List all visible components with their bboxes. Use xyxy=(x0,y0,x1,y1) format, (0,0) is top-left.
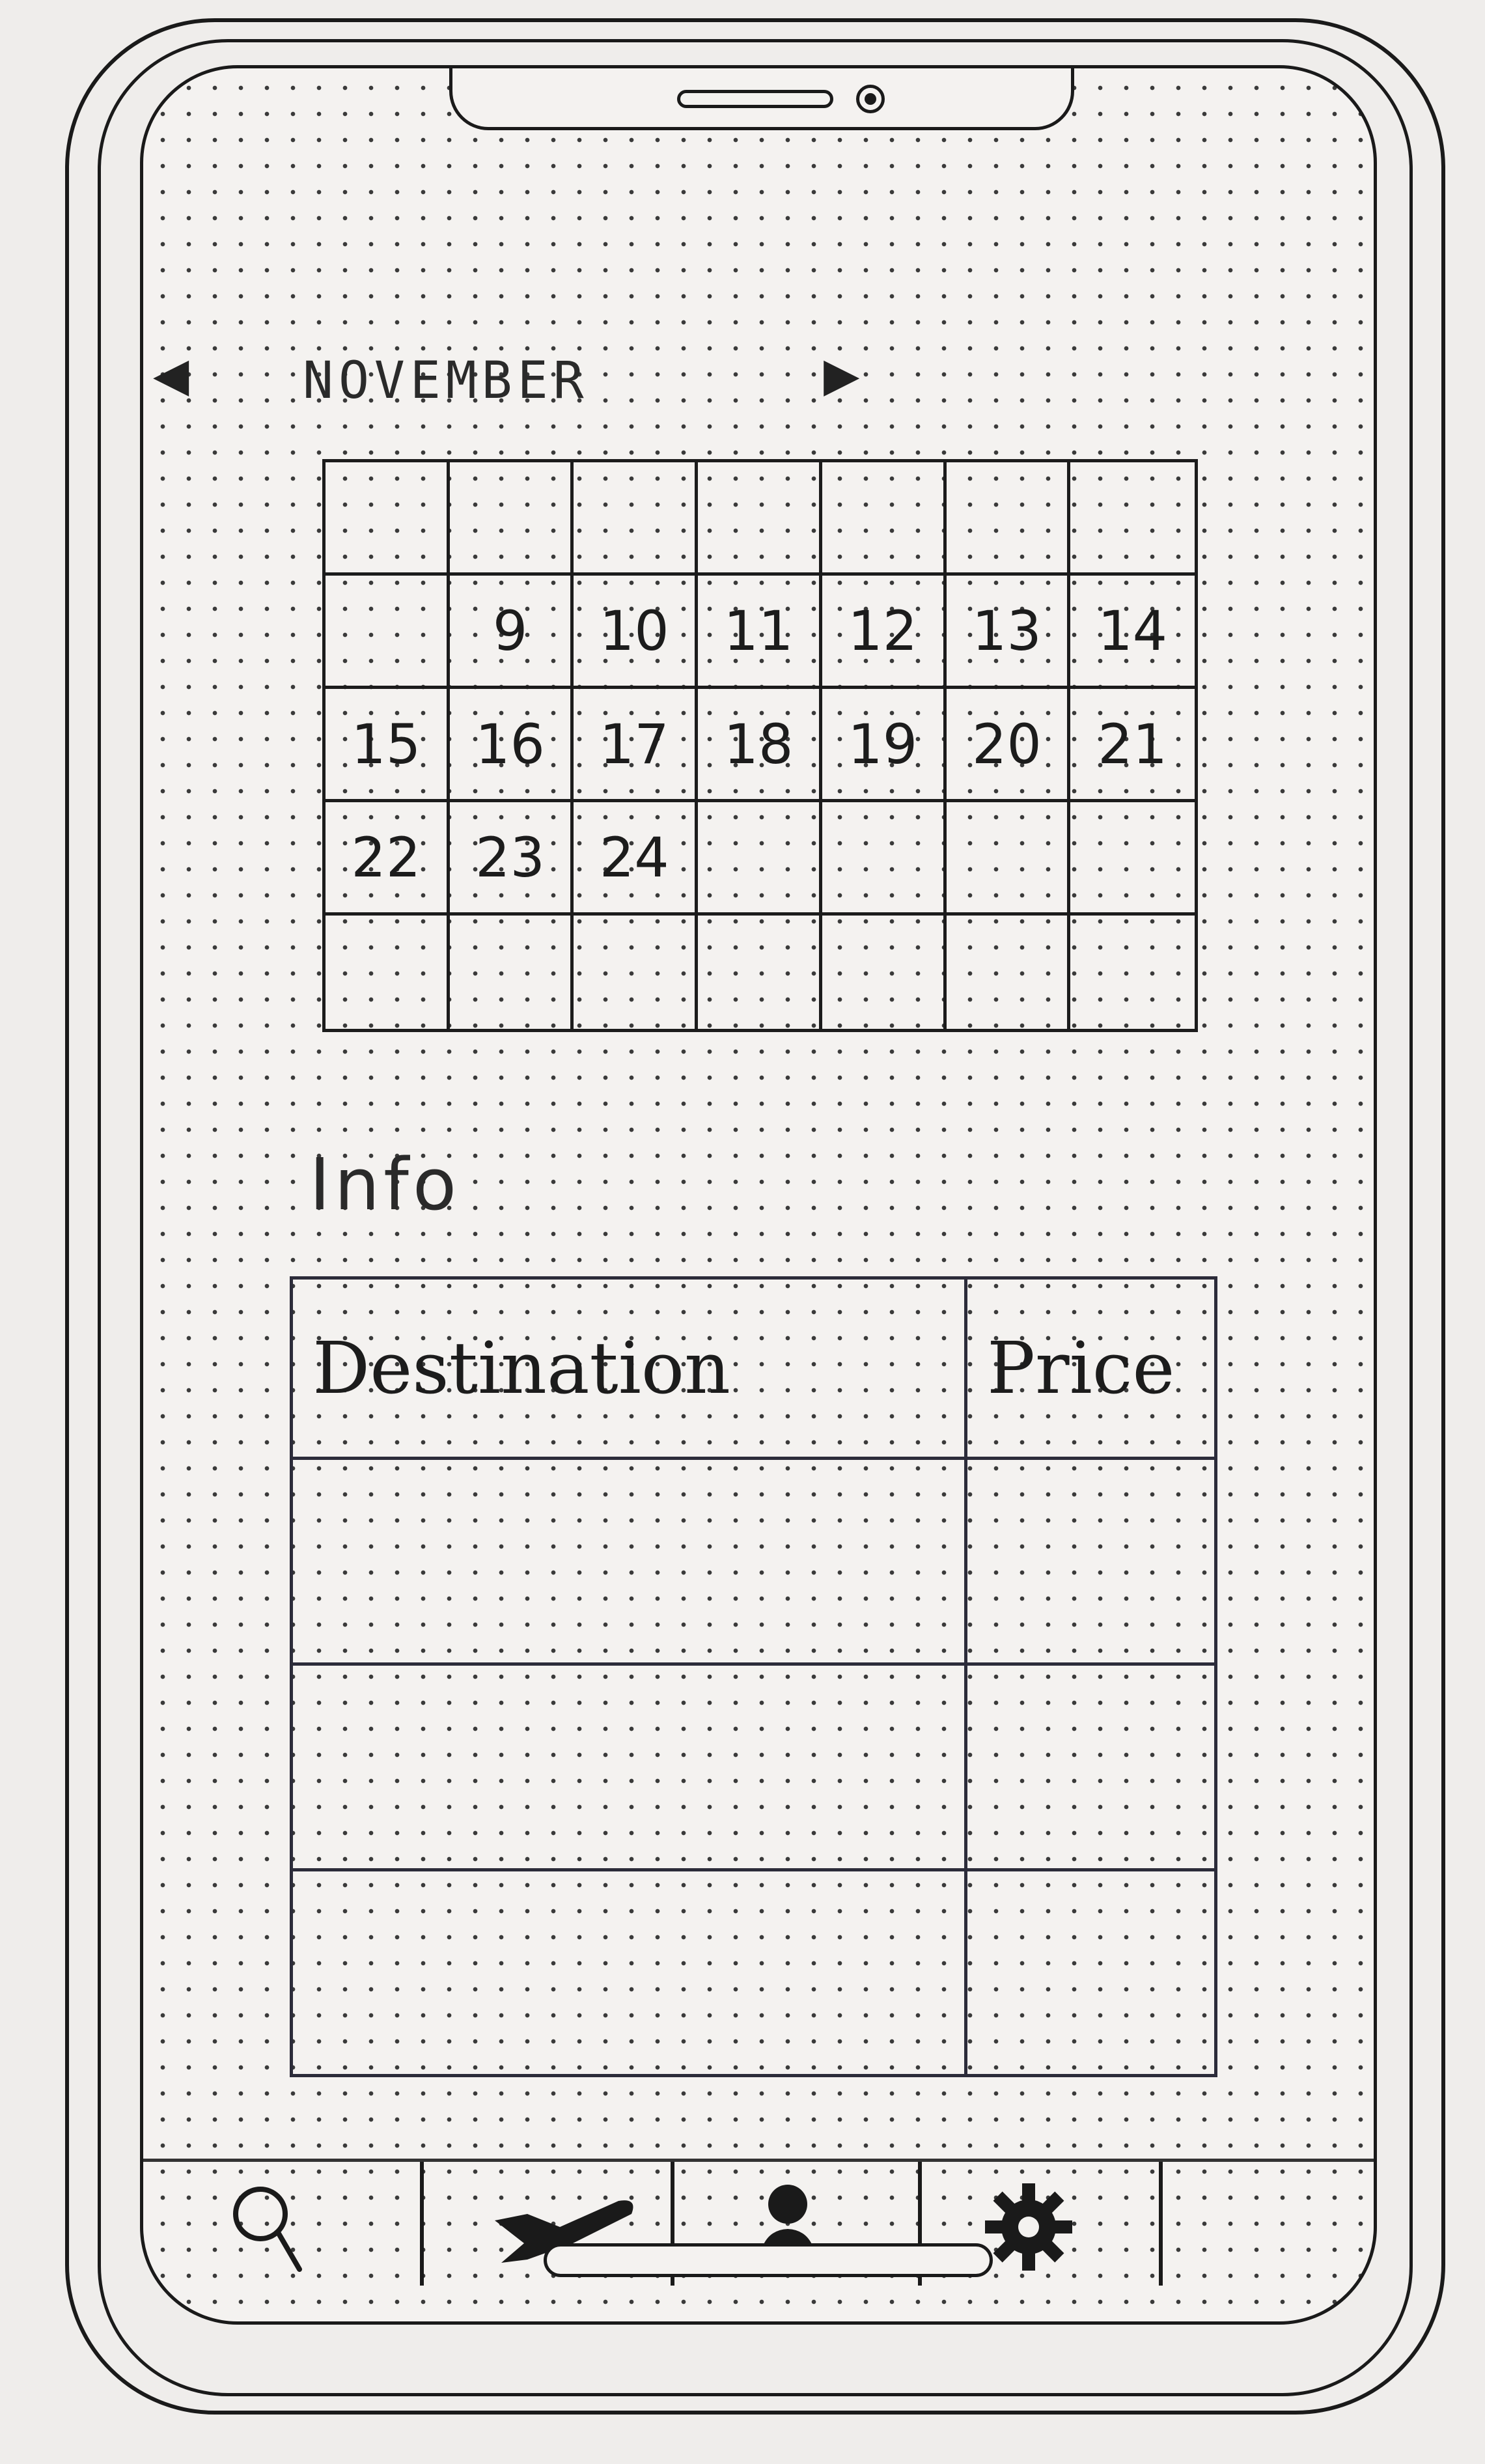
calendar-empty-cell xyxy=(1070,916,1195,1029)
calendar-empty-cell xyxy=(698,462,822,576)
price-cell xyxy=(964,1868,1217,2077)
next-month-button[interactable]: ▶ xyxy=(824,351,859,398)
destination-cell xyxy=(290,1662,967,1871)
calendar-empty-cell xyxy=(698,916,822,1029)
calendar-day[interactable]: 9 xyxy=(449,576,574,689)
calendar-empty-cell xyxy=(946,802,1071,916)
month-title: NOVEMBER xyxy=(303,352,589,410)
calendar-day[interactable]: 22 xyxy=(326,802,450,916)
front-camera xyxy=(856,85,885,113)
calendar-day[interactable]: 10 xyxy=(574,576,699,689)
tab-separator xyxy=(420,2162,424,2286)
calendar-empty-cell xyxy=(1070,802,1195,916)
calendar-day[interactable]: 23 xyxy=(449,802,574,916)
calendar-empty-cell xyxy=(326,462,450,576)
table-header-row: Destination Price xyxy=(290,1276,1217,1460)
table-row[interactable] xyxy=(290,1457,1217,1666)
calendar-day[interactable]: 19 xyxy=(822,689,947,802)
info-heading: Info xyxy=(309,1143,461,1226)
calendar-empty-cell xyxy=(822,462,947,576)
prev-month-button[interactable]: ◀ xyxy=(153,351,189,398)
calendar-empty-cell xyxy=(449,462,574,576)
search-icon xyxy=(233,2187,302,2272)
destination-cell xyxy=(290,1457,967,1666)
calendar-day[interactable]: 21 xyxy=(1070,689,1195,802)
tab-separator xyxy=(1159,2162,1163,2286)
calendar-grid: 9 10 11 12 13 14 15 16 17 18 19 20 21 22 23 24 xyxy=(322,459,1198,1032)
calendar-day[interactable]: 17 xyxy=(574,689,699,802)
month-navigator: ◀ NOVEMBER ▶ xyxy=(143,335,915,413)
calendar-empty-cell xyxy=(822,916,947,1029)
calendar-empty-cell xyxy=(574,916,699,1029)
calendar-empty-cell xyxy=(698,802,822,916)
phone-screen: ◀ NOVEMBER ▶ 9 10 11 12 13 14 15 16 17 18 19 20 21 22… xyxy=(140,65,1377,2325)
calendar-empty-cell xyxy=(822,802,947,916)
calendar-day[interactable]: 24 xyxy=(574,802,699,916)
price-cell xyxy=(964,1457,1217,1666)
calendar-day[interactable]: 14 xyxy=(1070,576,1195,689)
price-cell xyxy=(964,1662,1217,1871)
home-indicator[interactable] xyxy=(544,2243,993,2277)
column-header-destination: Destination xyxy=(290,1276,967,1460)
calendar-day[interactable]: 18 xyxy=(698,689,822,802)
gear-icon xyxy=(985,2183,1072,2271)
column-header-price: Price xyxy=(964,1276,1217,1460)
calendar-empty-cell xyxy=(450,916,574,1029)
info-table: Destination Price xyxy=(290,1276,1217,2077)
calendar-empty-cell xyxy=(574,462,699,576)
table-row[interactable] xyxy=(290,1868,1217,2077)
calendar-empty-cell xyxy=(947,916,1071,1029)
calendar-day[interactable]: 20 xyxy=(946,689,1071,802)
calendar-day[interactable]: 12 xyxy=(822,576,947,689)
tab-search[interactable] xyxy=(202,2175,332,2279)
calendar-empty-cell xyxy=(326,916,450,1029)
table-row[interactable] xyxy=(290,1662,1217,1871)
calendar-day[interactable]: 15 xyxy=(326,689,450,802)
calendar-empty-cell xyxy=(326,576,450,689)
speaker xyxy=(677,90,833,108)
notch xyxy=(449,68,1074,130)
calendar-day[interactable]: 16 xyxy=(449,689,574,802)
destination-cell xyxy=(290,1868,967,2077)
calendar-day[interactable]: 11 xyxy=(698,576,822,689)
calendar-day[interactable]: 13 xyxy=(946,576,1071,689)
calendar-empty-cell xyxy=(946,462,1071,576)
calendar-empty-cell xyxy=(1070,462,1195,576)
